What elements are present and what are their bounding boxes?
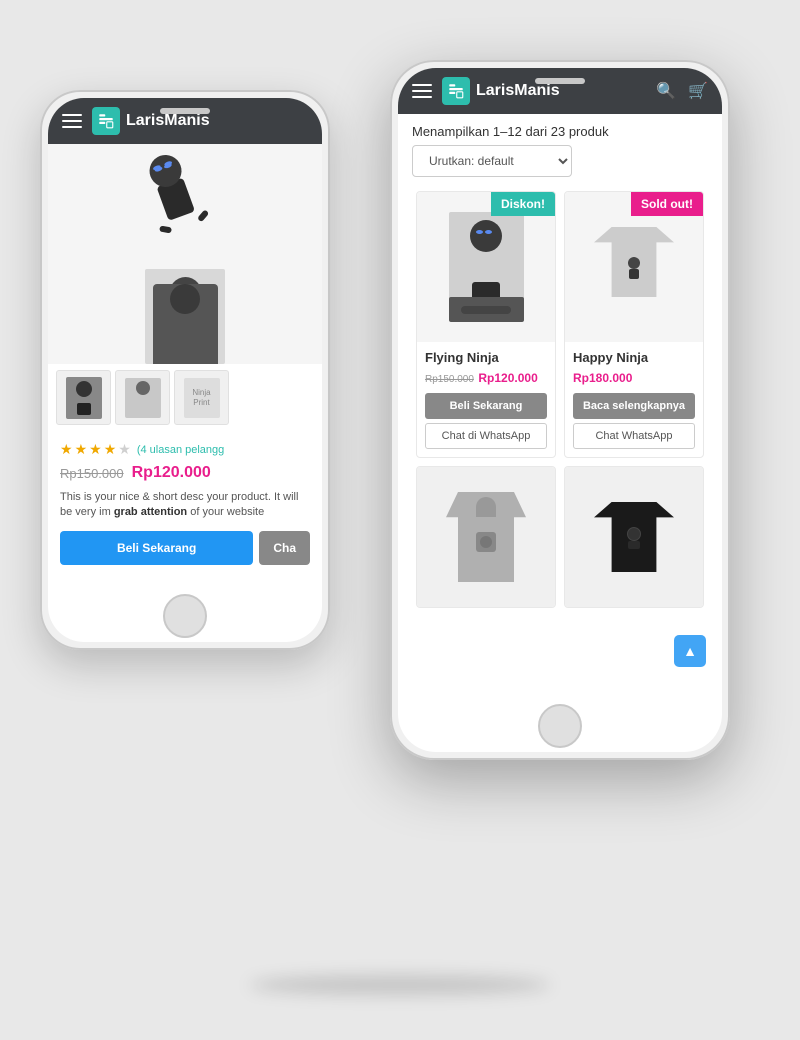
search-icon-front[interactable]: 🔍: [656, 81, 676, 101]
product-image-1: Diskon!: [417, 192, 555, 342]
card-buttons-1: Beli Sekarang Chat di WhatsApp: [417, 393, 555, 457]
phone-front: LarisManis 🔍 🛒 Menampilkan 1–12 dari 23 …: [390, 60, 730, 760]
price-sale-back: Rp120.000: [132, 464, 211, 482]
buy-btn-1[interactable]: Beli Sekarang: [425, 393, 547, 419]
whatsapp-btn-1[interactable]: Chat di WhatsApp: [425, 423, 547, 449]
logo-icon-back: [92, 107, 120, 135]
product-image-3: [417, 467, 555, 607]
phone-shadow: [250, 975, 550, 995]
product-image-main: [48, 144, 322, 364]
phone-back: LarisManis: [40, 90, 330, 650]
thumb-1[interactable]: [56, 370, 111, 425]
logo-icon-front: [442, 77, 470, 105]
price-old-1: Rp150.000: [425, 374, 474, 385]
navbar-title-back: LarisManis: [126, 112, 308, 130]
buy-now-button-back[interactable]: Beli Sekarang: [60, 531, 253, 565]
action-buttons-back: Beli Sekarang Cha: [60, 531, 310, 565]
product-image-2: Sold out!: [565, 192, 703, 342]
product-info-2: Happy Ninja Rp180.000: [565, 342, 703, 393]
phone-front-screen: LarisManis 🔍 🛒 Menampilkan 1–12 dari 23 …: [398, 68, 722, 752]
navbar-title-front: LarisManis: [476, 82, 656, 100]
product-description: This is your nice & short desc your prod…: [60, 490, 310, 521]
menu-icon-front[interactable]: [412, 84, 432, 98]
price-original-back: Rp150.000: [60, 466, 124, 481]
product-card-2: Sold out!: [564, 191, 704, 458]
product-image-4: [565, 467, 703, 607]
whatsapp-btn-2[interactable]: Chat WhatsApp: [573, 423, 695, 449]
home-button-front[interactable]: [538, 704, 582, 748]
thumb-2[interactable]: [115, 370, 170, 425]
chevron-up-icon: ▲: [683, 644, 697, 658]
menu-icon-back[interactable]: [62, 114, 82, 128]
chat-button-back[interactable]: Cha: [259, 531, 310, 565]
price-only-2: Rp180.000: [573, 371, 632, 385]
product-info-1: Flying Ninja Rp150.000 Rp120.000: [417, 342, 555, 393]
phones-container: LarisManis: [10, 30, 790, 1010]
thumb-3[interactable]: NinjaPrint: [174, 370, 229, 425]
sort-bar: Urutkan: default: [398, 145, 722, 187]
price-row-back: Rp150.000 Rp120.000: [60, 464, 310, 482]
product-name-1: Flying Ninja: [425, 350, 547, 365]
product-card-3: [416, 466, 556, 608]
results-header: Menampilkan 1–12 dari 23 produk: [398, 114, 722, 145]
home-button-back[interactable]: [163, 594, 207, 638]
product-card-1: Diskon!: [416, 191, 556, 458]
cart-icon-front[interactable]: 🛒: [688, 81, 708, 101]
price-new-1: Rp120.000: [478, 371, 537, 385]
read-btn-2[interactable]: Baca selengkapnya: [573, 393, 695, 419]
review-count: (4 ulasan pelangg: [137, 444, 224, 456]
product-card-4: [564, 466, 704, 608]
card-buttons-2: Baca selengkapnya Chat WhatsApp: [565, 393, 703, 457]
speaker-back: [160, 108, 210, 114]
products-grid: Diskon!: [398, 187, 722, 612]
badge-diskon: Diskon!: [491, 192, 555, 216]
navbar-back: LarisManis: [48, 98, 322, 144]
speaker-front: [535, 78, 585, 84]
scroll-top-button[interactable]: ▲: [674, 635, 706, 667]
product-thumbnails: NinjaPrint: [48, 364, 322, 431]
navbar-front: LarisManis 🔍 🛒: [398, 68, 722, 114]
product-name-2: Happy Ninja: [573, 350, 695, 365]
badge-sold-out: Sold out!: [631, 192, 703, 216]
phone-back-screen: LarisManis: [48, 98, 322, 642]
star-rating: ★ ★ ★ ★ ★ (4 ulasan pelangg: [60, 441, 310, 458]
navbar-icons-front: 🔍 🛒: [656, 81, 708, 101]
sort-select[interactable]: Urutkan: default: [412, 145, 572, 177]
